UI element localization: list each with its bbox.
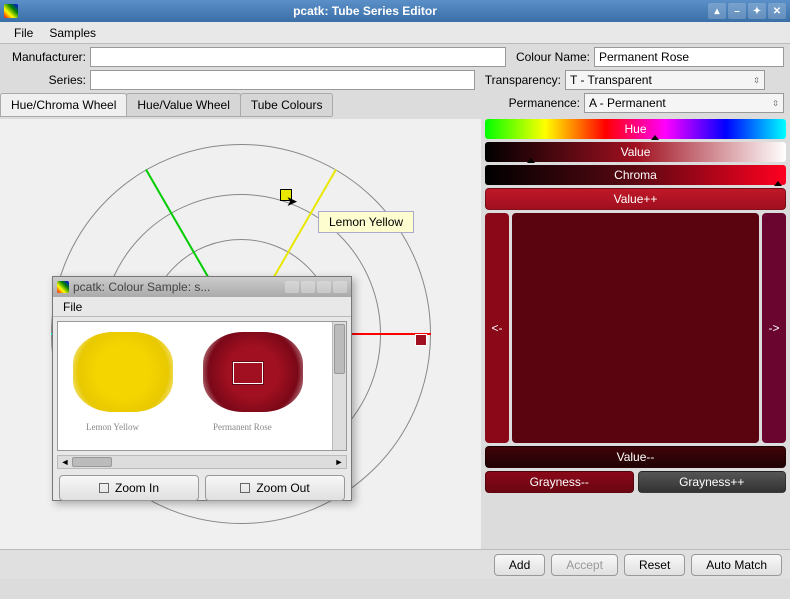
chevron-updown-icon: ⇳: [772, 99, 779, 108]
tab-bar: Hue/Chroma Wheel Hue/Value Wheel Tube Co…: [0, 93, 332, 117]
colour-marker-rose[interactable]: [415, 334, 427, 346]
window-titlebar: pcatk: Tube Series Editor ▴ – ✦ ✕: [0, 0, 790, 22]
swatch-yellow: [73, 332, 173, 412]
app-icon: [4, 4, 18, 18]
menubar: File Samples: [0, 22, 790, 44]
hue-pointer[interactable]: [651, 135, 659, 140]
colour-sample-window[interactable]: pcatk: Colour Sample: s... File Lemon Ye…: [52, 276, 352, 501]
transparency-select[interactable]: T - Transparent ⇳: [565, 70, 765, 90]
sub-minimize-button[interactable]: [301, 281, 315, 293]
vertical-scrollbar[interactable]: [332, 322, 346, 450]
right-panel: Hue Value Chroma Value++ <- -> Value--: [481, 119, 790, 599]
value-pointer[interactable]: [527, 158, 535, 163]
hue-slider[interactable]: Hue: [485, 119, 786, 139]
sub-menu-file[interactable]: File: [59, 298, 86, 316]
colour-marker-yellow[interactable]: [280, 189, 292, 201]
accept-button[interactable]: Accept: [551, 554, 618, 576]
value-minus-button[interactable]: Value--: [485, 446, 786, 468]
reset-button[interactable]: Reset: [624, 554, 685, 576]
hue-left-button[interactable]: <-: [485, 213, 509, 443]
transparency-label: Transparency:: [479, 73, 561, 87]
vscroll-thumb[interactable]: [334, 324, 345, 374]
swatch-yellow-label: Lemon Yellow: [86, 422, 139, 432]
menu-file[interactable]: File: [6, 24, 41, 42]
maximize-button[interactable]: ✦: [748, 3, 766, 19]
close-button[interactable]: ✕: [768, 3, 786, 19]
grayness-minus-label: Grayness--: [530, 475, 589, 489]
menu-samples[interactable]: Samples: [41, 24, 104, 42]
chevron-updown-icon: ⇳: [753, 76, 760, 85]
sample-image[interactable]: Lemon Yellow Permanent Rose: [57, 321, 347, 451]
window-title: pcatk: Tube Series Editor: [24, 4, 706, 18]
selection-rect[interactable]: [233, 362, 263, 384]
zoom-in-icon: [99, 483, 109, 493]
add-label: Add: [509, 558, 530, 572]
series-input[interactable]: [90, 70, 475, 90]
sub-close-button[interactable]: [333, 281, 347, 293]
minimize-button[interactable]: –: [728, 3, 746, 19]
tab-hue-value[interactable]: Hue/Value Wheel: [126, 93, 241, 116]
colour-name-input[interactable]: [594, 47, 784, 67]
permanence-select[interactable]: A - Permanent ⇳: [584, 93, 784, 113]
hscroll-thumb[interactable]: [72, 457, 112, 467]
value-label: Value: [621, 145, 651, 159]
value-plus-label: Value++: [614, 192, 658, 206]
grayness-plus-label: Grayness++: [679, 475, 744, 489]
left-panel: Hue/Chroma Wheel Hue/Value Wheel Tube Co…: [0, 119, 481, 599]
tooltip-text: Lemon Yellow: [329, 215, 403, 229]
zoom-in-button[interactable]: Zoom In: [59, 475, 199, 501]
manufacturer-label: Manufacturer:: [6, 50, 86, 64]
value-plus-button[interactable]: Value++: [485, 188, 786, 210]
hue-label: Hue: [624, 122, 646, 136]
series-label: Series:: [6, 73, 86, 87]
wheel-canvas[interactable]: ➤ Lemon Yellow pcatk: Colour Sample: s..…: [0, 119, 481, 549]
grayness-plus-button[interactable]: Grayness++: [638, 471, 787, 493]
arrow-right-label: ->: [768, 321, 779, 335]
tab-tube-colours[interactable]: Tube Colours: [240, 93, 334, 116]
colour-name-label: Colour Name:: [510, 50, 590, 64]
horizontal-scrollbar[interactable]: ◄ ►: [57, 455, 347, 469]
preview-area: <- ->: [485, 213, 786, 443]
hscroll-left-arrow[interactable]: ◄: [58, 457, 72, 467]
sub-window-title: pcatk: Colour Sample: s...: [73, 280, 283, 294]
accept-label: Accept: [566, 558, 603, 572]
permanence-value: A - Permanent: [589, 96, 666, 110]
grayness-minus-button[interactable]: Grayness--: [485, 471, 634, 493]
zoom-out-button[interactable]: Zoom Out: [205, 475, 345, 501]
app-icon: [57, 281, 69, 293]
sub-titlebar[interactable]: pcatk: Colour Sample: s...: [53, 277, 351, 297]
sub-maximize-button[interactable]: [317, 281, 331, 293]
permanence-label: Permanence:: [498, 96, 580, 110]
hscroll-right-arrow[interactable]: ►: [332, 457, 346, 467]
zoom-in-label: Zoom In: [115, 481, 159, 495]
transparency-value: T - Transparent: [570, 73, 652, 87]
reset-label: Reset: [639, 558, 670, 572]
colour-preview: [512, 213, 759, 443]
manufacturer-input[interactable]: [90, 47, 506, 67]
auto-match-label: Auto Match: [706, 558, 767, 572]
value-slider[interactable]: Value: [485, 142, 786, 162]
add-button[interactable]: Add: [494, 554, 545, 576]
sub-shade-button[interactable]: [285, 281, 299, 293]
tooltip: Lemon Yellow: [318, 211, 414, 233]
swatch-rose-label: Permanent Rose: [213, 422, 272, 432]
tab-hue-chroma[interactable]: Hue/Chroma Wheel: [0, 93, 127, 116]
chroma-label: Chroma: [614, 168, 657, 182]
value-minus-label: Value--: [617, 450, 655, 464]
hue-right-button[interactable]: ->: [762, 213, 786, 443]
zoom-out-icon: [240, 483, 250, 493]
chroma-pointer[interactable]: [774, 181, 782, 186]
sub-menubar: File: [53, 297, 351, 317]
auto-match-button[interactable]: Auto Match: [691, 554, 782, 576]
arrow-left-label: <-: [491, 321, 502, 335]
chroma-slider[interactable]: Chroma: [485, 165, 786, 185]
shade-button[interactable]: ▴: [708, 3, 726, 19]
bottom-toolbar: Add Accept Reset Auto Match: [0, 549, 790, 579]
zoom-out-label: Zoom Out: [256, 481, 309, 495]
